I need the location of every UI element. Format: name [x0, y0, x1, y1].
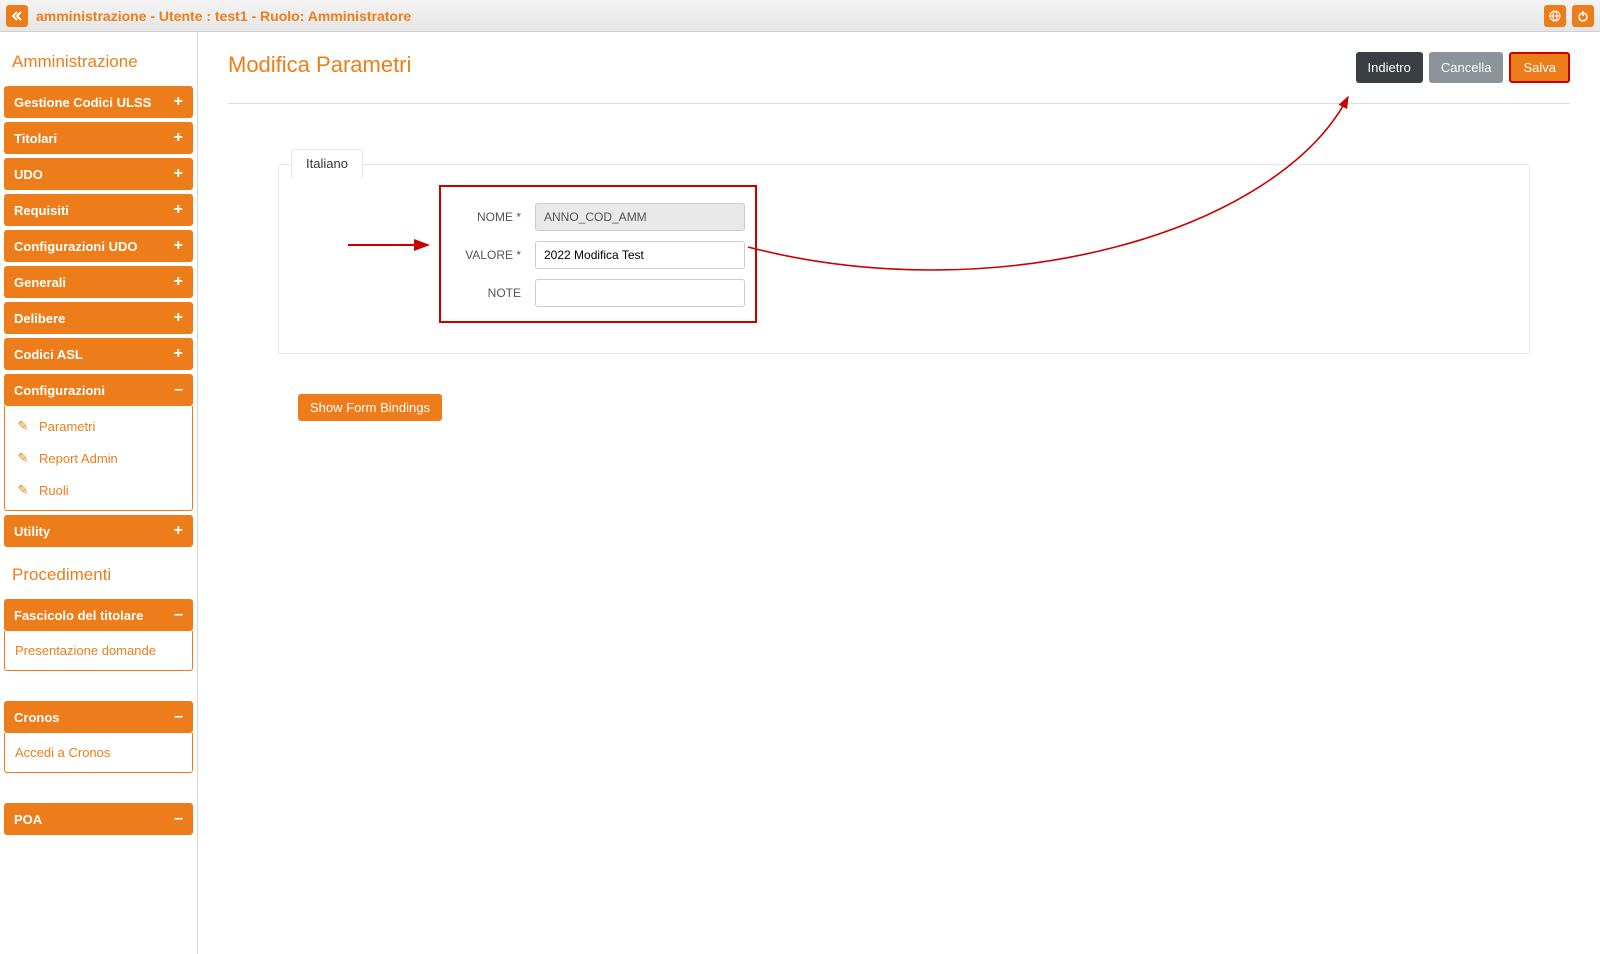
power-icon	[1577, 10, 1589, 22]
sidebar-item-label: Generali	[14, 275, 66, 290]
minus-icon: –	[174, 709, 183, 725]
form-card: Italiano NOME * VALORE * NOTE	[278, 164, 1530, 354]
user-edit-icon: ✎	[15, 482, 31, 498]
user-edit-icon: ✎	[15, 418, 31, 434]
sidebar-item-configurazioni-udo[interactable]: Configurazioni UDO +	[4, 230, 193, 262]
input-nome	[535, 203, 745, 231]
power-button[interactable]	[1572, 5, 1594, 27]
sidebar-item-label: POA	[14, 812, 42, 827]
sidebar-item-label: Titolari	[14, 131, 57, 146]
sidebar-item-label: Fascicolo del titolare	[14, 608, 143, 623]
sidebar-sub-presentazione-domande[interactable]: Presentazione domande	[5, 635, 192, 666]
plus-icon: +	[174, 274, 183, 290]
minus-icon: –	[174, 607, 183, 623]
sidebar-item-utility[interactable]: Utility +	[4, 515, 193, 547]
plus-icon: +	[174, 523, 183, 539]
sidebar-sub-ruoli[interactable]: ✎ Ruoli	[5, 474, 192, 506]
sidebar-heading-procedimenti: Procedimenti	[4, 551, 193, 595]
plus-icon: +	[174, 94, 183, 110]
label-valore: VALORE *	[451, 248, 521, 262]
input-valore[interactable]	[535, 241, 745, 269]
sidebar-sub-label: Ruoli	[39, 483, 69, 498]
sidebar-item-label: Delibere	[14, 311, 65, 326]
sidebar-item-codici-asl[interactable]: Codici ASL +	[4, 338, 193, 370]
user-edit-icon: ✎	[15, 450, 31, 466]
input-note[interactable]	[535, 279, 745, 307]
page-title: Modifica Parametri	[228, 52, 411, 78]
back-button[interactable]: Indietro	[1356, 52, 1423, 83]
sidebar-item-label: UDO	[14, 167, 43, 182]
plus-icon: +	[174, 130, 183, 146]
minus-icon: –	[174, 811, 183, 827]
main-content: Modifica Parametri Indietro Cancella Sal…	[198, 32, 1600, 954]
sidebar-item-poa[interactable]: POA –	[4, 803, 193, 835]
chevron-left-double-icon	[11, 10, 23, 22]
sidebar-sub-label: Report Admin	[39, 451, 118, 466]
page-context-title: amministrazione - Utente : test1 - Ruolo…	[36, 8, 411, 24]
plus-icon: +	[174, 202, 183, 218]
sidebar-item-titolari[interactable]: Titolari +	[4, 122, 193, 154]
globe-button[interactable]	[1544, 5, 1566, 27]
sidebar-collapse-button[interactable]	[6, 5, 28, 27]
sidebar-sub-report-admin[interactable]: ✎ Report Admin	[5, 442, 192, 474]
plus-icon: +	[174, 346, 183, 362]
sidebar-item-generali[interactable]: Generali +	[4, 266, 193, 298]
sidebar-sub-label: Presentazione domande	[15, 643, 156, 658]
sidebar-item-gestione-codici-ulss[interactable]: Gestione Codici ULSS +	[4, 86, 193, 118]
sidebar-sub-label: Accedi a Cronos	[15, 745, 110, 760]
sidebar-item-requisiti[interactable]: Requisiti +	[4, 194, 193, 226]
sidebar-heading-amministrazione: Amministrazione	[4, 38, 193, 82]
sidebar-item-label: Cronos	[14, 710, 60, 725]
label-nome: NOME *	[451, 210, 521, 224]
plus-icon: +	[174, 166, 183, 182]
show-form-bindings-button[interactable]: Show Form Bindings	[298, 394, 442, 421]
sidebar-sub-accedi-cronos[interactable]: Accedi a Cronos	[5, 737, 192, 768]
sidebar-subpanel-fascicolo: Presentazione domande	[4, 631, 193, 671]
sidebar-item-configurazioni[interactable]: Configurazioni –	[4, 374, 193, 406]
sidebar-subpanel-configurazioni: ✎ Parametri ✎ Report Admin ✎ Ruoli	[4, 406, 193, 511]
highlighted-form-fields: NOME * VALORE * NOTE	[439, 185, 757, 323]
sidebar-item-label: Requisiti	[14, 203, 69, 218]
sidebar-sub-label: Parametri	[39, 419, 95, 434]
sidebar-item-cronos[interactable]: Cronos –	[4, 701, 193, 733]
sidebar-item-label: Configurazioni	[14, 383, 105, 398]
sidebar-subpanel-cronos: Accedi a Cronos	[4, 733, 193, 773]
sidebar-item-delibere[interactable]: Delibere +	[4, 302, 193, 334]
label-note: NOTE	[451, 286, 521, 300]
sidebar-item-fascicolo-titolare[interactable]: Fascicolo del titolare –	[4, 599, 193, 631]
minus-icon: –	[174, 382, 183, 398]
cancel-button[interactable]: Cancella	[1429, 52, 1504, 83]
sidebar-sub-parametri[interactable]: ✎ Parametri	[5, 410, 192, 442]
plus-icon: +	[174, 310, 183, 326]
sidebar-item-udo[interactable]: UDO +	[4, 158, 193, 190]
save-button[interactable]: Salva	[1509, 52, 1570, 83]
globe-icon	[1549, 10, 1561, 22]
sidebar-item-label: Codici ASL	[14, 347, 83, 362]
sidebar-item-label: Gestione Codici ULSS	[14, 95, 151, 110]
plus-icon: +	[174, 238, 183, 254]
sidebar-item-label: Configurazioni UDO	[14, 239, 138, 254]
sidebar: Amministrazione Gestione Codici ULSS + Ti…	[0, 32, 198, 954]
sidebar-item-label: Utility	[14, 524, 50, 539]
tab-italiano[interactable]: Italiano	[291, 149, 363, 178]
